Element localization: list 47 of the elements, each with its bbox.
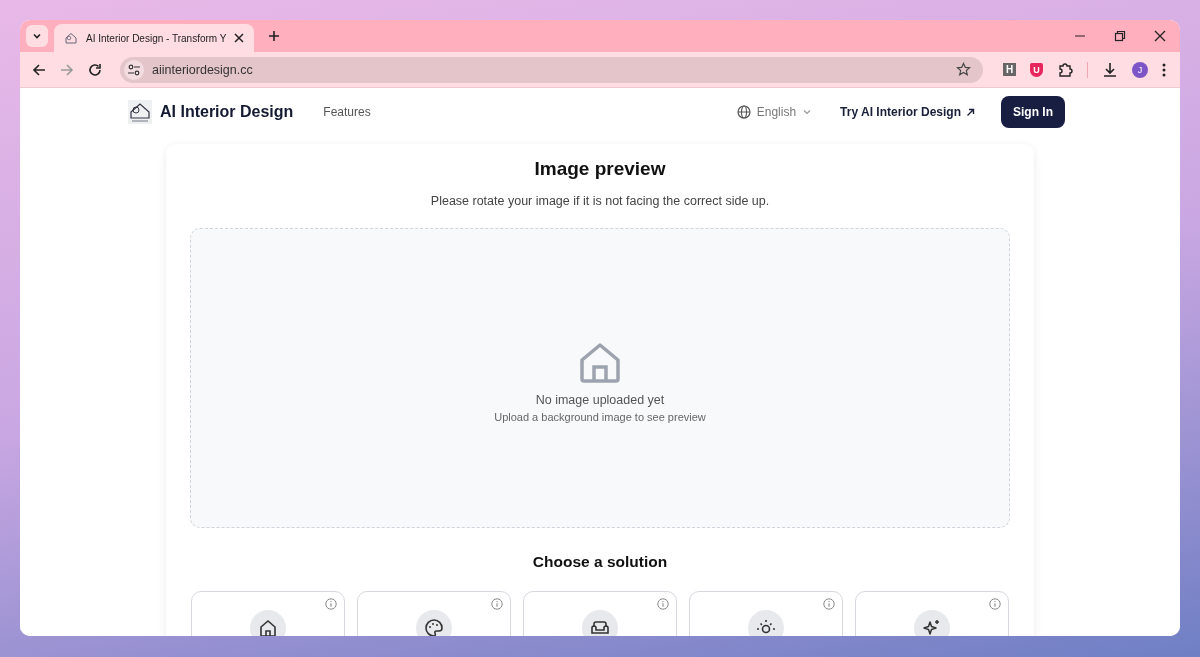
- info-icon[interactable]: [657, 598, 669, 610]
- globe-icon: [736, 105, 751, 119]
- external-arrow-icon: [966, 107, 975, 117]
- download-icon[interactable]: [1102, 61, 1118, 78]
- browser-tab[interactable]: AI Interior Design - Transform Y: [54, 24, 255, 52]
- close-icon[interactable]: [1154, 30, 1166, 42]
- house-logo-icon[interactable]: [128, 100, 152, 124]
- section-title: Choose a solution: [532, 553, 668, 571]
- info-icon[interactable]: [989, 598, 1001, 610]
- home-icon: [258, 618, 278, 636]
- reload-icon[interactable]: [88, 62, 102, 77]
- house-logo-icon: [64, 31, 78, 45]
- star-icon[interactable]: [956, 62, 971, 77]
- restore-icon[interactable]: [1114, 30, 1126, 42]
- profile-avatar[interactable]: J: [1132, 61, 1148, 78]
- site-settings-icon[interactable]: [127, 62, 141, 77]
- image-dropzone[interactable]: No image uploaded yet Upload a background image to see preview: [190, 228, 1010, 528]
- plus-icon[interactable]: [268, 30, 281, 42]
- language-selector[interactable]: English: [736, 105, 813, 119]
- url-text: aiinteriordesign.cc: [152, 62, 253, 77]
- empty-state-hint: Upload a background image to see preview: [494, 411, 706, 423]
- section-title: Image preview: [534, 158, 666, 180]
- brand-name[interactable]: AI Interior Design: [160, 103, 294, 121]
- empty-state-title: No image uploaded yet: [535, 393, 665, 407]
- sign-in-button[interactable]: Sign In: [1001, 96, 1065, 128]
- menu-icon[interactable]: [1162, 62, 1166, 77]
- home-icon: [578, 341, 622, 385]
- section-subtitle: Please rotate your image if it is not facing the correct side up.: [430, 194, 770, 208]
- tab-list-button[interactable]: [26, 25, 48, 47]
- puzzle-icon[interactable]: [1057, 61, 1073, 78]
- tab-title: AI Interior Design - Transform Y: [86, 32, 227, 44]
- info-icon[interactable]: [491, 598, 503, 610]
- sparkle-icon: [922, 618, 942, 636]
- sun-icon: [756, 618, 776, 636]
- sofa-icon: [590, 618, 610, 636]
- info-icon[interactable]: [823, 598, 835, 610]
- chevron-down-icon: [802, 107, 813, 117]
- info-icon[interactable]: [325, 598, 337, 610]
- close-icon[interactable]: [234, 33, 245, 43]
- palette-icon: [424, 618, 444, 636]
- language-label: English: [756, 105, 797, 119]
- shield-extension-icon[interactable]: U: [1030, 62, 1043, 77]
- extension-icon[interactable]: H: [1003, 63, 1016, 76]
- back-arrow-icon[interactable]: [32, 62, 46, 77]
- try-link[interactable]: Try AI Interior Design: [840, 105, 975, 119]
- nav-link[interactable]: Features: [323, 105, 371, 119]
- address-bar[interactable]: aiinteriordesign.cc: [120, 56, 983, 83]
